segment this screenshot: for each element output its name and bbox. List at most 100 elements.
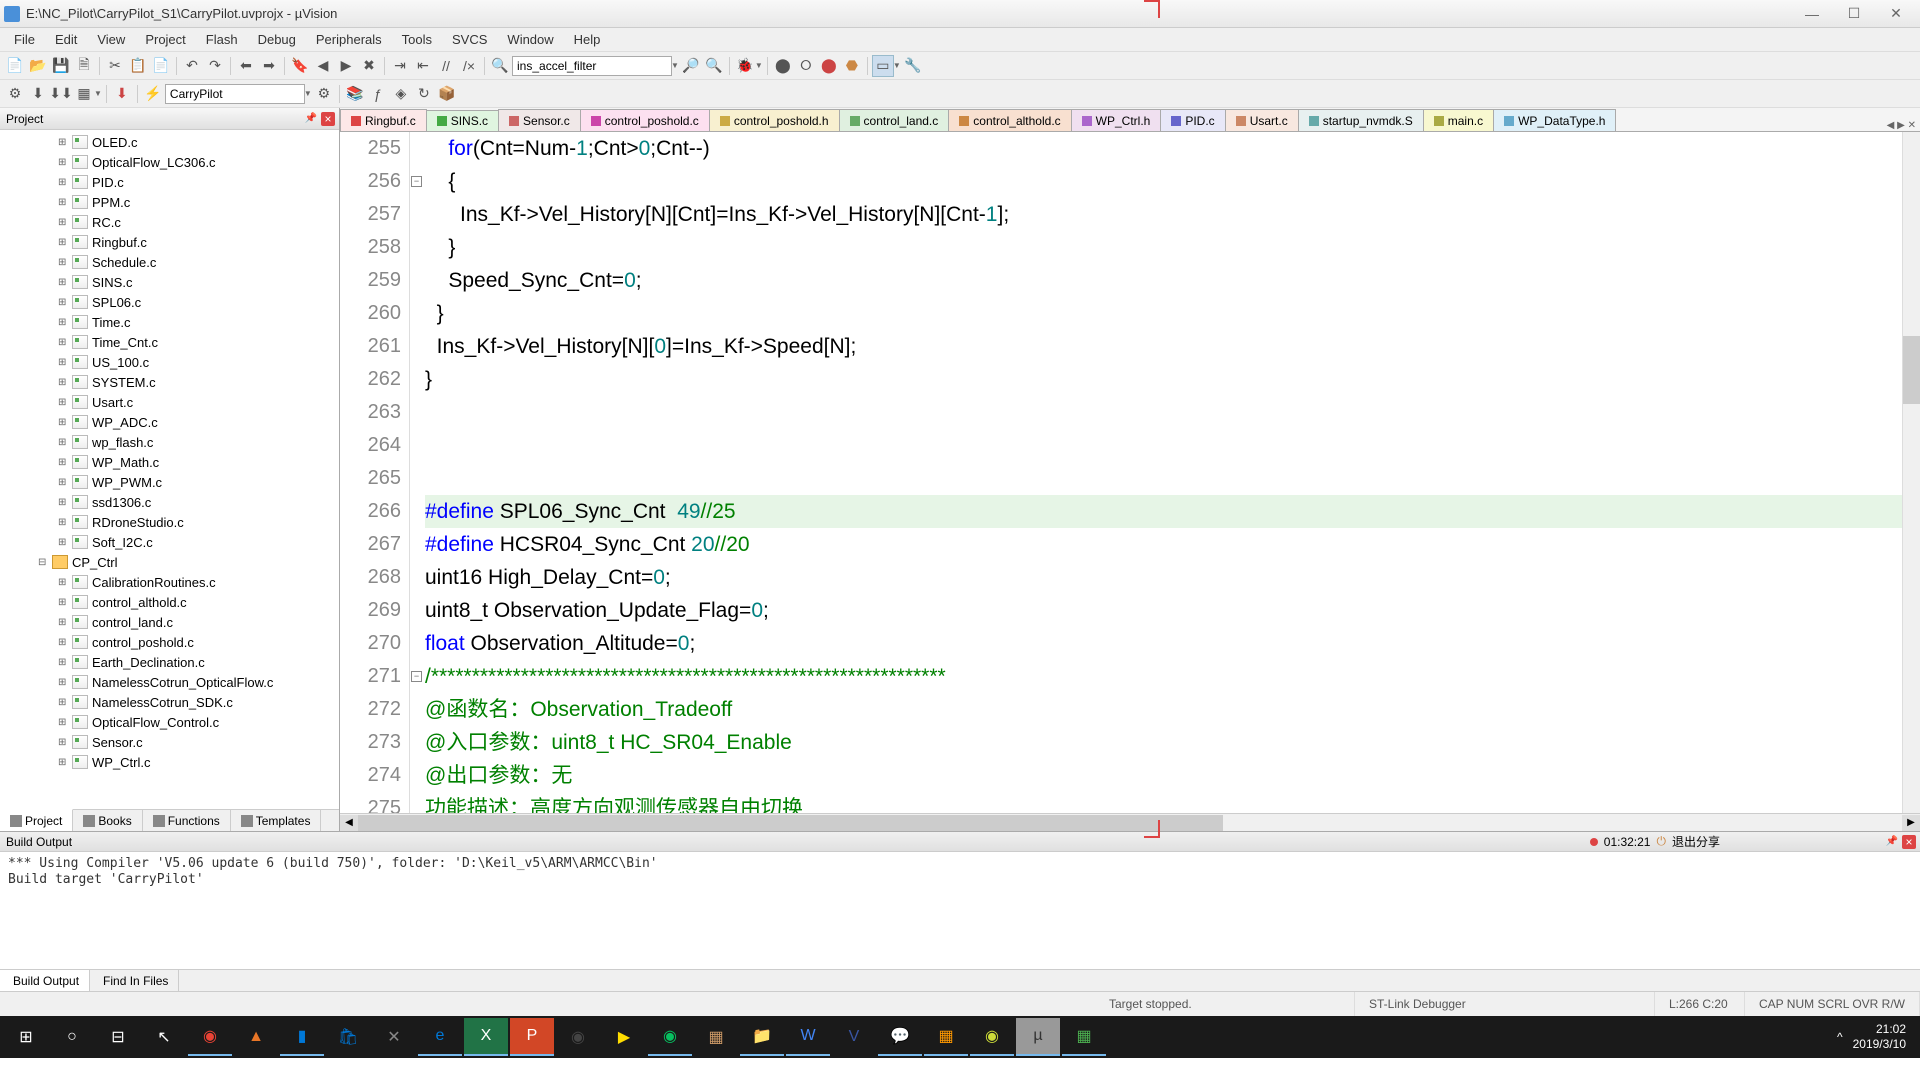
editor-tab[interactable]: control_land.c	[839, 109, 950, 131]
chrome-icon[interactable]: ◉	[188, 1018, 232, 1056]
edge-icon[interactable]: e	[418, 1018, 462, 1056]
pack-icon[interactable]: 📦	[436, 83, 458, 105]
bookmark-next-button[interactable]: ▶	[335, 55, 357, 77]
tree-file[interactable]: ⊞OpticalFlow_Control.c	[0, 712, 339, 732]
editor-tab[interactable]: control_althold.c	[948, 109, 1071, 131]
menu-debug[interactable]: Debug	[248, 30, 306, 49]
bo-pin-icon[interactable]: 📌	[1886, 836, 1898, 847]
batch-build-button[interactable]: ▦	[73, 83, 95, 105]
debug-button[interactable]: 🐞	[734, 55, 756, 77]
editor-tab[interactable]: WP_Ctrl.h	[1071, 109, 1162, 131]
menu-view[interactable]: View	[87, 30, 135, 49]
tree-file[interactable]: ⊞control_land.c	[0, 612, 339, 632]
editor-tab[interactable]: WP_DataType.h	[1493, 109, 1616, 131]
tree-file[interactable]: ⊞WP_Ctrl.c	[0, 752, 339, 772]
incremental-find-button[interactable]: 🔍	[703, 55, 725, 77]
wechat-icon[interactable]: ◉	[648, 1018, 692, 1056]
menu-tools[interactable]: Tools	[392, 30, 442, 49]
window-button[interactable]: ▭	[872, 55, 894, 77]
tree-file[interactable]: ⊞RC.c	[0, 212, 339, 232]
tree-file[interactable]: ⊞WP_ADC.c	[0, 412, 339, 432]
pin-icon[interactable]: 📌	[305, 113, 317, 124]
books-icon[interactable]: 📚	[344, 83, 366, 105]
editor-tab[interactable]: PID.c	[1160, 109, 1225, 131]
matlab-icon[interactable]: ▲	[234, 1018, 278, 1056]
tree-file[interactable]: ⊞US_100.c	[0, 352, 339, 372]
tree-file[interactable]: ⊞PID.c	[0, 172, 339, 192]
build-button[interactable]: ⬇	[27, 83, 49, 105]
tree-file[interactable]: ⊞WP_Math.c	[0, 452, 339, 472]
copy-button[interactable]: 📋	[127, 55, 149, 77]
download-button[interactable]: ⬇	[111, 83, 133, 105]
tray-up-icon[interactable]: ^	[1837, 1030, 1843, 1044]
tree-file[interactable]: ⊞Earth_Declination.c	[0, 652, 339, 672]
menu-project[interactable]: Project	[135, 30, 195, 49]
app-icon-1[interactable]: ▦	[694, 1018, 738, 1056]
tree-file[interactable]: ⊞OLED.c	[0, 132, 339, 152]
cortana-icon[interactable]: ○	[50, 1018, 94, 1056]
tree-folder[interactable]: ⊟CP_Ctrl	[0, 552, 339, 572]
undo-button[interactable]: ↶	[181, 55, 203, 77]
tree-file[interactable]: ⊞Soft_I2C.c	[0, 532, 339, 552]
bp-window-button[interactable]: ⬣	[841, 55, 863, 77]
search-input[interactable]	[512, 56, 672, 76]
build-tab[interactable]: Find In Files	[90, 970, 179, 991]
build-tab[interactable]: Build Output	[0, 970, 90, 991]
tree-file[interactable]: ⊞Time_Cnt.c	[0, 332, 339, 352]
system-tray[interactable]: ^ 21:02 2019/3/10	[1837, 1022, 1916, 1052]
paste-button[interactable]: 📄	[150, 55, 172, 77]
start-button[interactable]: ⊞	[4, 1018, 48, 1056]
keil-icon[interactable]: µ	[1016, 1018, 1060, 1056]
tree-file[interactable]: ⊞SINS.c	[0, 272, 339, 292]
tree-file[interactable]: ⊞ssd1306.c	[0, 492, 339, 512]
record-exit[interactable]: 退出分享	[1672, 833, 1720, 850]
code-editor[interactable]: 2552562572582592602612622632642652662672…	[340, 132, 1920, 813]
project-tree[interactable]: ⊞OLED.c⊞OpticalFlow_LC306.c⊞PID.c⊞PPM.c⊞…	[0, 130, 339, 809]
menu-peripherals[interactable]: Peripherals	[306, 30, 392, 49]
potplayer-icon[interactable]: ▶	[602, 1018, 646, 1056]
tree-file[interactable]: ⊞PPM.c	[0, 192, 339, 212]
tree-file[interactable]: ⊞SYSTEM.c	[0, 372, 339, 392]
editor-tab[interactable]: startup_nvmdk.S	[1298, 109, 1424, 131]
tree-file[interactable]: ⊞OpticalFlow_LC306.c	[0, 152, 339, 172]
editor-tab[interactable]: main.c	[1423, 109, 1494, 131]
chat-icon[interactable]: 💬	[878, 1018, 922, 1056]
cut-button[interactable]: ✂	[104, 55, 126, 77]
horizontal-scrollbar[interactable]: ◀ ▶	[340, 813, 1920, 831]
uncomment-button[interactable]: /×	[458, 55, 480, 77]
editor-tab[interactable]: Ringbuf.c	[340, 109, 427, 131]
store-icon[interactable]: 🛍	[326, 1018, 370, 1056]
target-options-button[interactable]: ⚡	[142, 83, 164, 105]
new-button[interactable]: 📄	[4, 55, 26, 77]
editor-tab[interactable]: control_poshold.c	[580, 109, 710, 131]
disable-bp-button[interactable]: ⭘	[795, 55, 817, 77]
vertical-scrollbar[interactable]	[1902, 132, 1920, 813]
obs-icon[interactable]: ◉	[556, 1018, 600, 1056]
comment-button[interactable]: //	[435, 55, 457, 77]
maximize-button[interactable]: ☐	[1834, 3, 1874, 25]
project-tab-books[interactable]: Books	[73, 810, 142, 831]
bo-close-icon[interactable]: ×	[1902, 835, 1916, 849]
tree-file[interactable]: ⊞Sensor.c	[0, 732, 339, 752]
tree-file[interactable]: ⊞RDroneStudio.c	[0, 512, 339, 532]
translate-button[interactable]: ⚙	[4, 83, 26, 105]
rebuild-button[interactable]: ⬇⬇	[50, 83, 72, 105]
editor-tab[interactable]: Sensor.c	[498, 109, 581, 131]
kill-bp-button[interactable]: ⬤	[818, 55, 840, 77]
menu-flash[interactable]: Flash	[196, 30, 248, 49]
func-icon[interactable]: ƒ	[367, 83, 389, 105]
taskview-icon[interactable]: ⊟	[96, 1018, 140, 1056]
nav-back-button[interactable]: ⬅	[235, 55, 257, 77]
target-select[interactable]	[165, 84, 305, 104]
visio-icon[interactable]: V	[832, 1018, 876, 1056]
project-tab-templates[interactable]: Templates	[231, 810, 322, 831]
config-button[interactable]: 🔧	[902, 55, 924, 77]
manage-button[interactable]: ⚙	[313, 83, 335, 105]
editor-tab[interactable]: SINS.c	[426, 110, 499, 132]
code-content[interactable]: for(Cnt=Num-1;Cnt>0;Cnt--) { Ins_Kf->Vel…	[425, 132, 1920, 813]
tree-file[interactable]: ⊞CalibrationRoutines.c	[0, 572, 339, 592]
ppt-icon[interactable]: P	[510, 1018, 554, 1056]
app-icon-4[interactable]: ▦	[1062, 1018, 1106, 1056]
panel-close-icon[interactable]: ×	[321, 112, 335, 126]
find-icon[interactable]: 🔍	[489, 55, 511, 77]
